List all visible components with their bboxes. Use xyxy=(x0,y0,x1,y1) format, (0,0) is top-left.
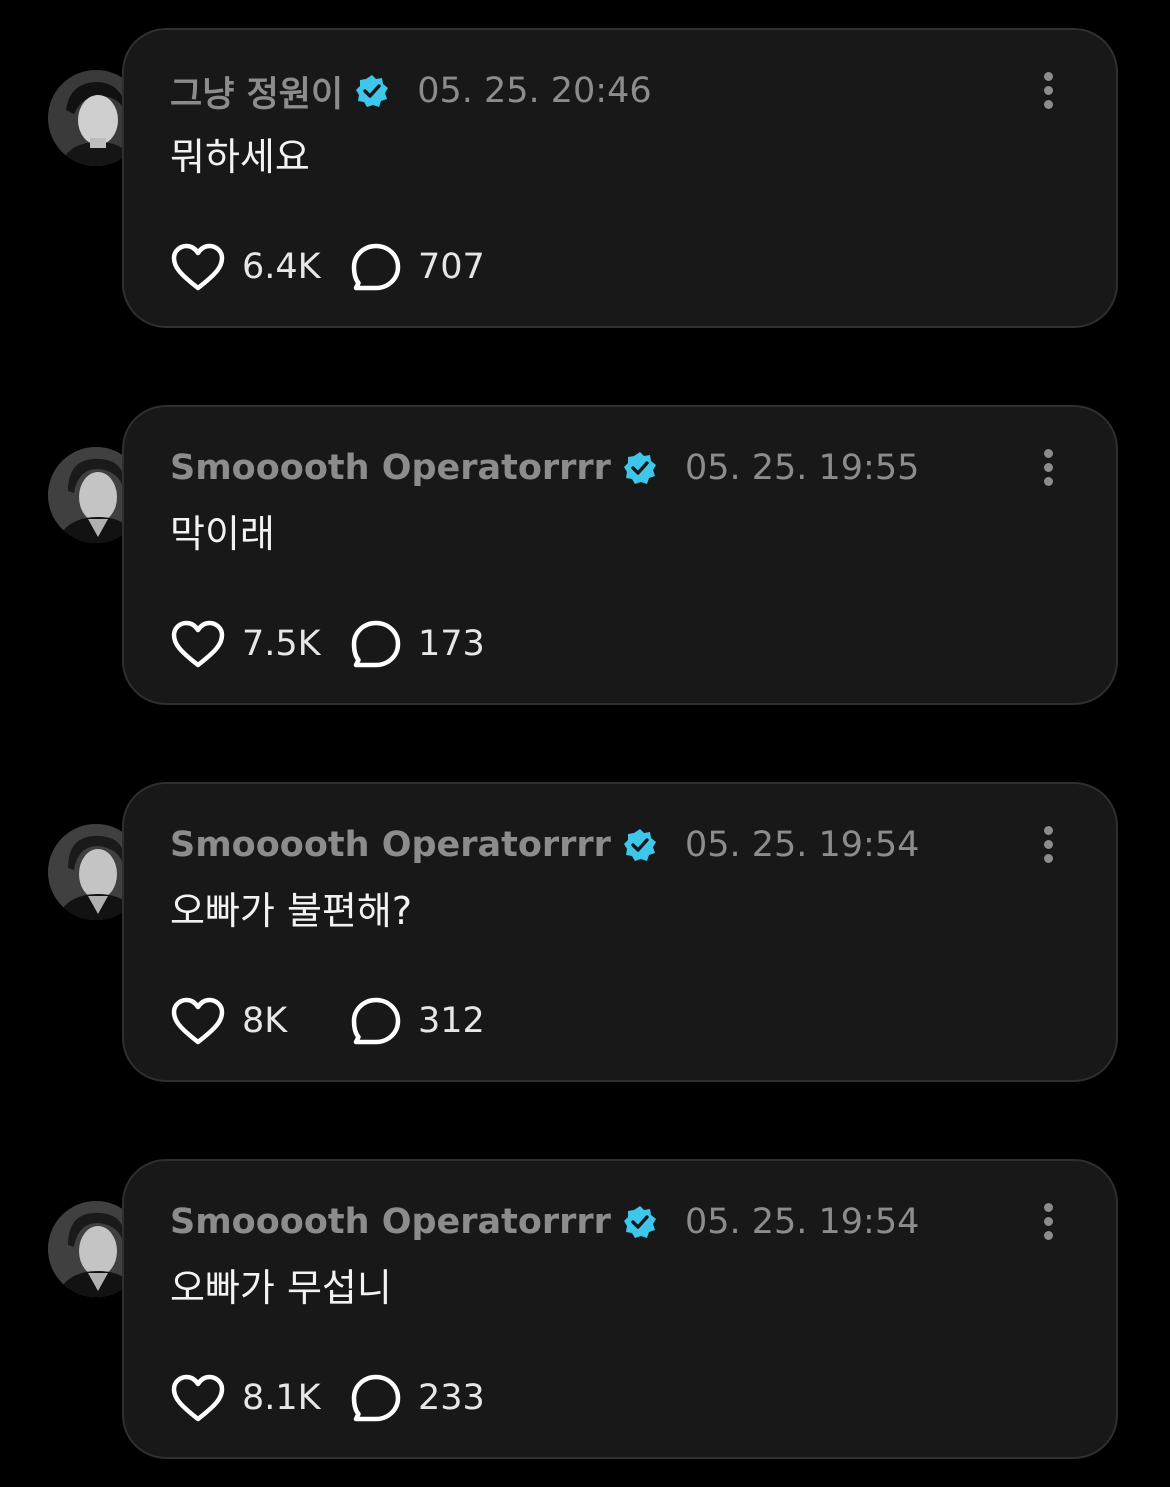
author-name[interactable]: Smooooth Operatorrrr xyxy=(170,448,611,488)
post-card[interactable]: Smooooth Operatorrrr 05. 25. 19:54 오빠가 무… xyxy=(0,1159,1170,1459)
comment-button[interactable]: 233 xyxy=(350,1371,485,1425)
verified-badge-icon xyxy=(623,828,657,862)
post-header: Smooooth Operatorrrr 05. 25. 19:55 xyxy=(170,443,919,493)
author-name[interactable]: Smooooth Operatorrrr xyxy=(170,1202,611,1242)
author-name[interactable]: Smooooth Operatorrrr xyxy=(170,825,611,865)
post-card[interactable]: Smooooth Operatorrrr 05. 25. 19:55 막이래 7… xyxy=(0,405,1170,705)
comment-button[interactable]: 707 xyxy=(350,240,485,294)
like-count: 8K xyxy=(242,1001,288,1041)
author-name[interactable]: 그냥 정원이 xyxy=(170,66,343,117)
heart-icon xyxy=(171,997,225,1045)
post-body: Smooooth Operatorrrr 05. 25. 19:55 막이래 7… xyxy=(122,405,1118,705)
like-count: 7.5K xyxy=(242,624,321,664)
post-text: 오빠가 불편해? xyxy=(170,889,413,933)
comment-count: 173 xyxy=(418,624,485,664)
heart-icon xyxy=(171,1374,225,1422)
like-count: 8.1K xyxy=(242,1378,321,1418)
post-header: 그냥 정원이 05. 25. 20:46 xyxy=(170,66,652,116)
post-text: 뭐하세요 xyxy=(170,135,310,179)
comment-bubble-icon xyxy=(351,1374,401,1422)
heart-icon xyxy=(171,243,225,291)
post-text: 막이래 xyxy=(170,512,275,556)
post-card[interactable]: Smooooth Operatorrrr 05. 25. 19:54 오빠가 불… xyxy=(0,782,1170,1082)
post-header: Smooooth Operatorrrr 05. 25. 19:54 xyxy=(170,1197,919,1247)
heart-icon xyxy=(171,620,225,668)
like-button[interactable]: 8K xyxy=(170,994,287,1048)
post-header: Smooooth Operatorrrr 05. 25. 19:54 xyxy=(170,820,919,870)
post-timestamp: 05. 25. 19:55 xyxy=(684,448,920,488)
more-vertical-icon[interactable] xyxy=(1040,447,1056,487)
comment-count: 707 xyxy=(418,247,485,287)
comment-button[interactable]: 312 xyxy=(350,994,485,1048)
post-card[interactable]: 그냥 정원이 05. 25. 20:46 뭐하세요 6.4K 707 xyxy=(0,28,1170,328)
comment-button[interactable]: 173 xyxy=(350,617,485,671)
more-vertical-icon[interactable] xyxy=(1040,70,1056,110)
post-timestamp: 05. 25. 20:46 xyxy=(417,71,652,111)
like-button[interactable]: 6.4K xyxy=(170,240,321,294)
post-timestamp: 05. 25. 19:54 xyxy=(684,1202,920,1242)
more-vertical-icon[interactable] xyxy=(1040,1201,1056,1241)
like-count: 6.4K xyxy=(242,247,321,287)
verified-badge-icon xyxy=(623,451,657,485)
post-body: Smooooth Operatorrrr 05. 25. 19:54 오빠가 불… xyxy=(122,782,1118,1082)
post-text: 오빠가 무섭니 xyxy=(170,1266,392,1310)
post-body: 그냥 정원이 05. 25. 20:46 뭐하세요 6.4K 707 xyxy=(122,28,1118,328)
post-timestamp: 05. 25. 19:54 xyxy=(684,825,920,865)
comment-bubble-icon xyxy=(351,243,401,291)
like-button[interactable]: 8.1K xyxy=(170,1371,321,1425)
comment-count: 312 xyxy=(418,1001,485,1041)
comment-bubble-icon xyxy=(351,997,401,1045)
comment-bubble-icon xyxy=(351,620,401,668)
like-button[interactable]: 7.5K xyxy=(170,617,321,671)
post-body: Smooooth Operatorrrr 05. 25. 19:54 오빠가 무… xyxy=(122,1159,1118,1459)
verified-badge-icon xyxy=(623,1205,657,1239)
more-vertical-icon[interactable] xyxy=(1040,824,1056,864)
verified-badge-icon xyxy=(355,74,389,108)
comment-count: 233 xyxy=(418,1378,485,1418)
